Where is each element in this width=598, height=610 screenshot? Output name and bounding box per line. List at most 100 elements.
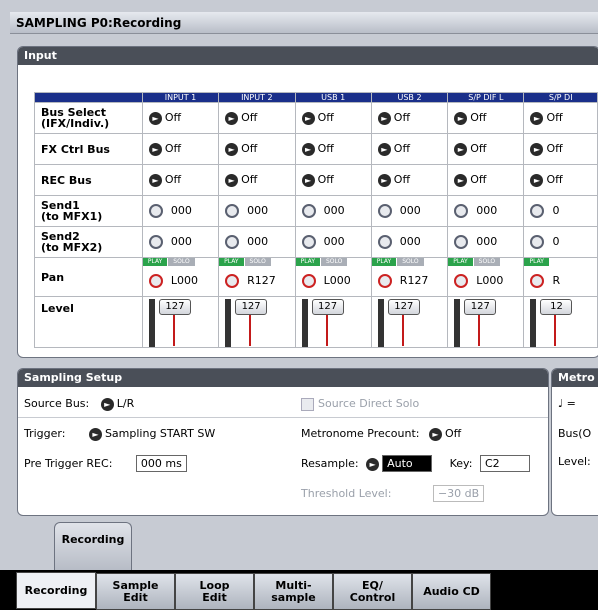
level-slider[interactable]: 127 [148,297,212,347]
metronome-bus[interactable]: Bus(O [558,427,591,440]
bus-select-cell[interactable]: ► Off [523,102,598,134]
pan-knob-icon[interactable] [530,274,545,288]
level-cell[interactable]: 127 [370,296,449,348]
pan-cell[interactable]: PLAY R [523,257,598,297]
popup-arrow-icon[interactable]: ► [454,173,468,187]
popup-arrow-icon[interactable]: ► [148,173,162,187]
fx-ctrl-bus-cell[interactable]: ► Off [141,133,220,165]
send1-cell[interactable]: 000 [218,195,296,227]
slider-knob[interactable]: 12 [540,299,573,315]
knob-icon[interactable] [225,235,240,249]
trigger-value[interactable]: Sampling START SW [105,427,215,440]
send2-cell[interactable]: 000 [218,226,296,258]
play-label[interactable]: PLAY [295,258,320,266]
pan-cell[interactable]: PLAY SOLO R127 [370,257,449,297]
knob-icon[interactable] [225,204,240,218]
popup-arrow-icon[interactable]: ► [301,142,315,156]
knob-icon[interactable] [377,235,392,249]
popup-arrow-icon[interactable]: ► [454,142,468,156]
level-cell[interactable]: 127 [218,296,296,348]
rec-bus-cell[interactable]: ► Off [141,164,220,196]
metronome-level[interactable]: Level: [558,455,591,468]
pan-cell[interactable]: PLAY SOLO L000 [447,257,525,297]
popup-arrow-icon[interactable]: ► [377,111,391,125]
level-cell[interactable]: 127 [447,296,525,348]
rec-bus-cell[interactable]: ► Off [294,164,372,196]
slider-track[interactable] [301,299,308,347]
popup-arrow-icon[interactable]: ► [530,111,544,125]
play-solo-indicator[interactable]: PLAY SOLO [448,258,523,266]
pan-knob-icon[interactable] [225,274,240,288]
knob-icon[interactable] [530,235,545,249]
knob-icon[interactable] [377,204,392,218]
tab-recording[interactable]: Recording [16,572,96,609]
tab-recording-lower[interactable]: Recording [54,522,132,570]
pan-knob-icon[interactable] [454,274,469,288]
tab-multisample[interactable]: Multi- sample [254,573,333,610]
play-label[interactable]: PLAY [371,258,397,266]
solo-label[interactable]: SOLO [320,258,348,266]
slider-track[interactable] [530,299,537,347]
key-value[interactable]: C2 [479,455,530,472]
send2-cell[interactable]: 000 [370,226,449,258]
popup-arrow-icon[interactable]: ► [377,142,391,156]
bus-select-cell[interactable]: ► Off [294,102,372,134]
knob-icon[interactable] [301,235,316,249]
metronome-tempo[interactable]: ♩ = [558,397,576,410]
popup-arrow-icon[interactable]: ► [301,111,315,125]
level-slider[interactable]: 12 [530,297,591,347]
send2-cell[interactable]: 000 [141,226,220,258]
slider-knob[interactable]: 127 [158,299,191,315]
rec-bus-cell[interactable]: ► Off [370,164,449,196]
play-label[interactable]: PLAY [142,258,168,266]
solo-label[interactable]: SOLO [473,258,501,266]
pan-knob-icon[interactable] [148,274,163,288]
bus-select-cell[interactable]: ► Off [218,102,296,134]
slider-knob[interactable]: 127 [387,299,420,315]
send1-cell[interactable]: 0 [523,195,598,227]
popup-arrow-icon[interactable]: ► [100,397,114,411]
tab-audio-cd[interactable]: Audio CD [412,573,491,610]
rec-bus-cell[interactable]: ► Off [218,164,296,196]
knob-icon[interactable] [148,204,163,218]
slider-knob[interactable]: 127 [235,299,268,315]
popup-arrow-icon[interactable]: ► [377,173,391,187]
source-bus-value[interactable]: L/R [117,397,134,410]
slider-knob[interactable]: 127 [311,299,344,315]
popup-arrow-icon[interactable]: ► [530,173,544,187]
popup-arrow-icon[interactable]: ► [225,111,239,125]
pan-cell[interactable]: PLAY SOLO R127 [218,257,296,297]
resample-value[interactable]: Auto [382,455,433,472]
level-slider[interactable]: 127 [301,297,365,347]
pan-cell[interactable]: PLAY SOLO L000 [294,257,372,297]
fx-ctrl-bus-cell[interactable]: ► Off [370,133,449,165]
source-direct-solo-checkbox[interactable] [301,397,314,411]
knob-icon[interactable] [454,235,469,249]
popup-arrow-icon[interactable]: ► [366,457,380,471]
slider-track[interactable] [377,299,384,347]
rec-bus-cell[interactable]: ► Off [523,164,598,196]
knob-icon[interactable] [148,235,163,249]
popup-arrow-icon[interactable]: ► [301,173,315,187]
fx-ctrl-bus-cell[interactable]: ► Off [447,133,525,165]
pan-cell[interactable]: PLAY SOLO L000 [141,257,220,297]
send1-cell[interactable]: 000 [294,195,372,227]
slider-knob[interactable]: 127 [464,299,497,315]
play-solo-indicator[interactable]: PLAY SOLO [142,258,218,266]
play-label[interactable]: PLAY [448,258,473,266]
fx-ctrl-bus-cell[interactable]: ► Off [294,133,372,165]
play-solo-indicator[interactable]: PLAY SOLO [295,258,371,266]
popup-arrow-icon[interactable]: ► [225,173,239,187]
solo-label[interactable]: SOLO [397,258,424,266]
play-solo-indicator[interactable]: PLAY SOLO [371,258,447,266]
popup-arrow-icon[interactable]: ► [530,142,544,156]
metronome-precount-value[interactable]: Off [445,427,461,440]
level-cell[interactable]: 12 [523,296,598,348]
popup-arrow-icon[interactable]: ► [454,111,468,125]
level-slider[interactable]: 127 [225,297,288,347]
threshold-value[interactable]: −30 dB [432,485,485,502]
popup-arrow-icon[interactable]: ► [429,427,442,441]
popup-arrow-icon[interactable]: ► [148,142,162,156]
level-slider[interactable]: 127 [377,297,441,347]
send1-cell[interactable]: 000 [370,195,449,227]
